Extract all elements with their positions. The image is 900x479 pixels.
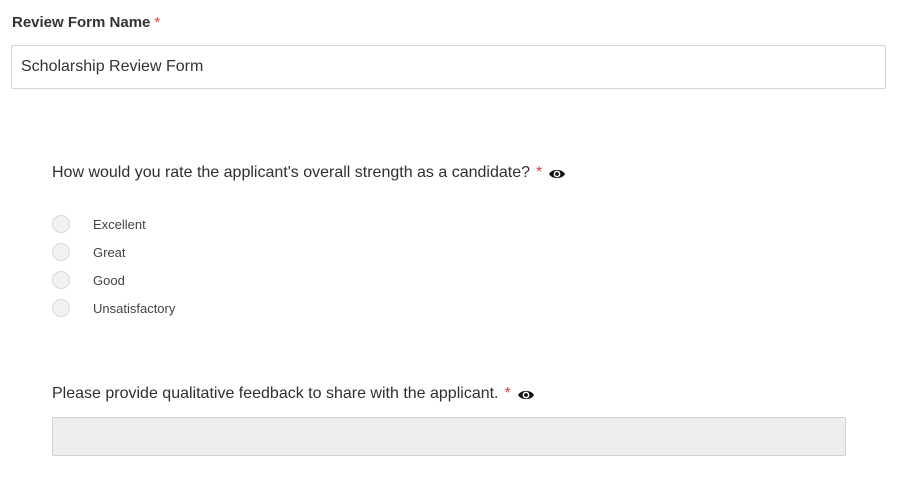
question-qualitative-feedback-text: Please provide qualitative feedback to s…	[52, 385, 499, 402]
question-overall-strength-text: How would you rate the applicant's overa…	[52, 164, 531, 181]
eye-icon[interactable]	[548, 167, 566, 179]
question-overall-strength: How would you rate the applicant's overa…	[52, 164, 566, 182]
option-excellent[interactable]: Excellent	[52, 210, 175, 238]
option-unsatisfactory[interactable]: Unsatisfactory	[52, 294, 175, 322]
radio-button[interactable]	[52, 243, 70, 261]
radio-button[interactable]	[52, 271, 70, 289]
question-qualitative-feedback: Please provide qualitative feedback to s…	[52, 385, 535, 403]
radio-button[interactable]	[52, 215, 70, 233]
option-good[interactable]: Good	[52, 266, 175, 294]
feedback-textarea[interactable]	[52, 417, 846, 456]
radio-button[interactable]	[52, 299, 70, 317]
review-form-name-label-text: Review Form Name	[12, 14, 151, 31]
option-label: Great	[93, 244, 126, 260]
required-asterisk: *	[536, 164, 543, 181]
required-asterisk: *	[154, 14, 161, 31]
option-label: Unsatisfactory	[93, 300, 176, 316]
eye-icon[interactable]	[517, 388, 535, 400]
rating-options: Excellent Great Good Unsatisfactory	[52, 210, 175, 322]
review-form-name-label: Review Form Name *	[12, 14, 160, 31]
option-label: Good	[93, 272, 125, 288]
review-form-name-input[interactable]	[11, 45, 886, 89]
option-great[interactable]: Great	[52, 238, 175, 266]
option-label: Excellent	[93, 216, 146, 232]
required-asterisk: *	[504, 385, 511, 402]
